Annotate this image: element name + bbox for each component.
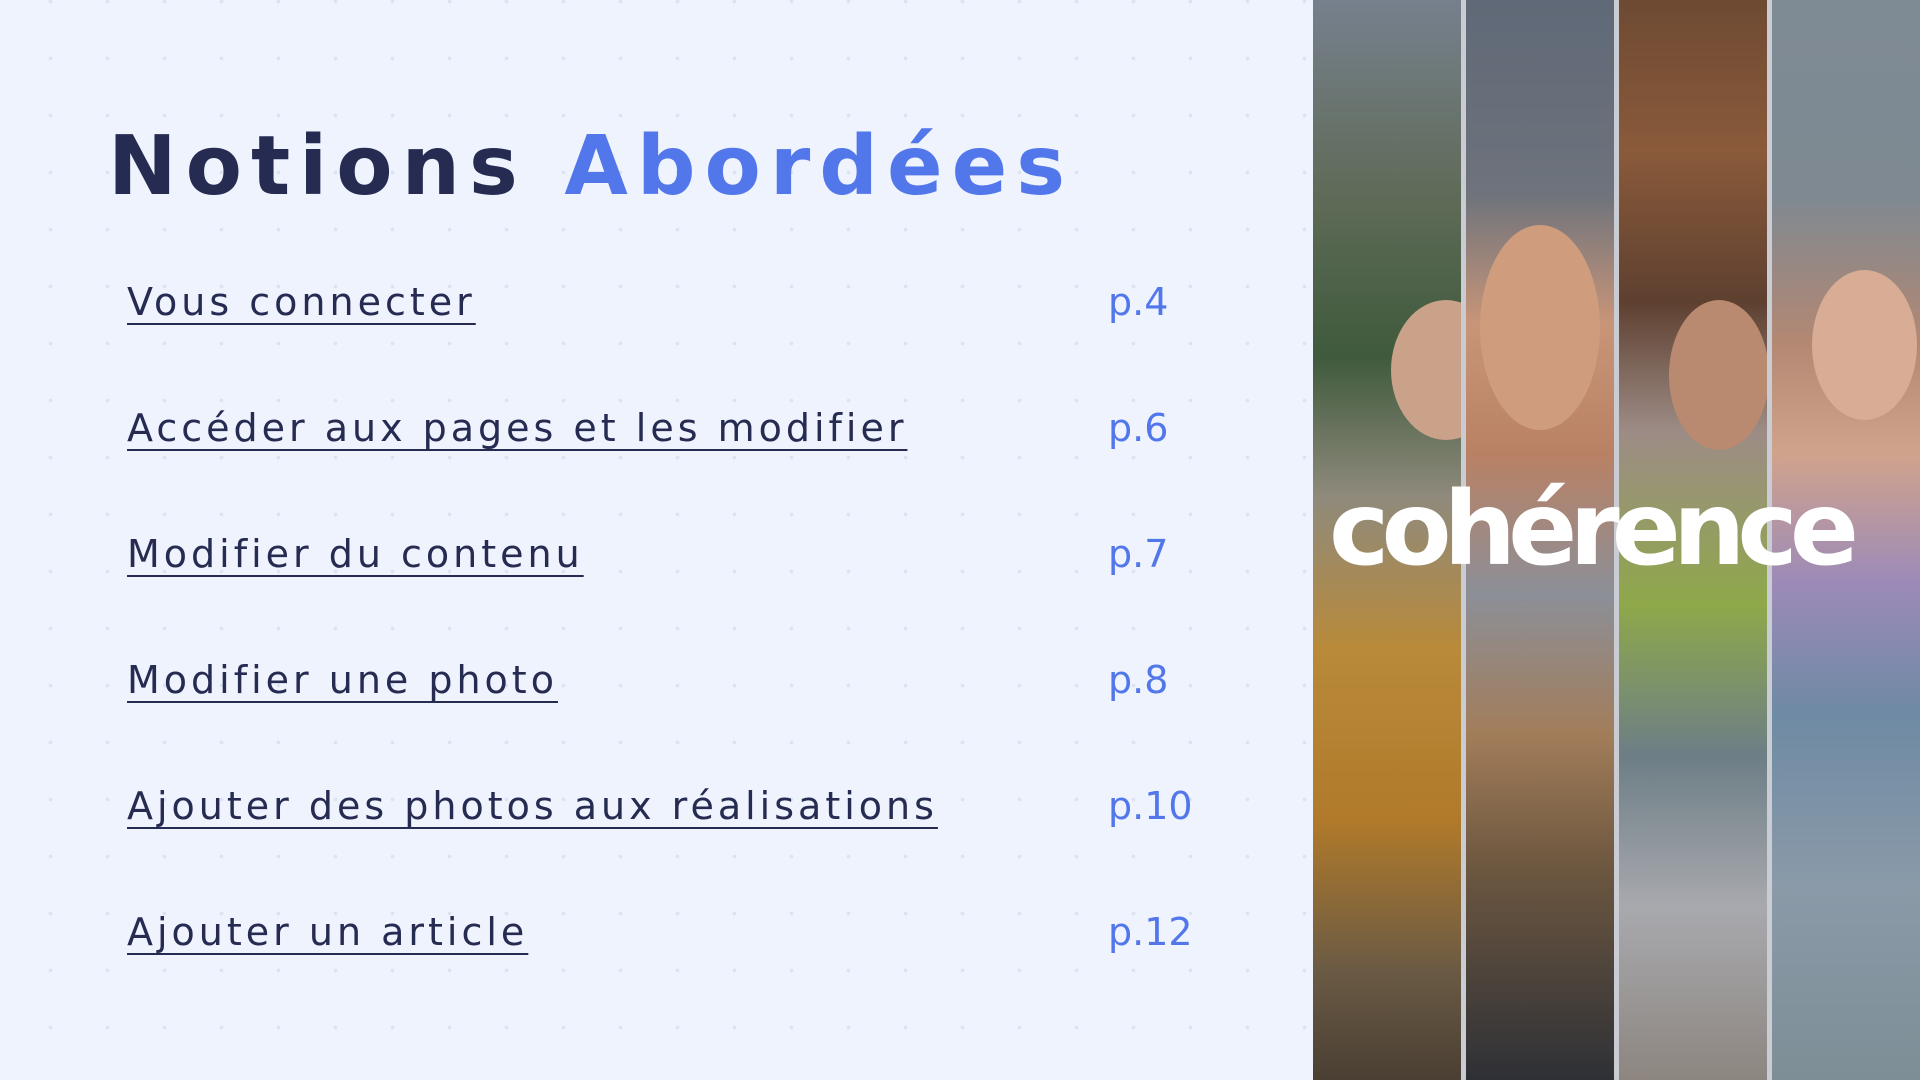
page-title: Notions Abordées xyxy=(108,112,1074,222)
toc-item-label[interactable]: Ajouter des photos aux réalisations xyxy=(127,784,938,828)
person-head xyxy=(1480,225,1600,430)
person-head xyxy=(1391,300,1461,440)
toc-item-label[interactable]: Vous connecter xyxy=(127,280,476,324)
toc-item-label[interactable]: Accéder aux pages et les modifier xyxy=(127,406,907,450)
toc-item-label[interactable]: Modifier une photo xyxy=(127,658,558,702)
person-head xyxy=(1812,270,1917,420)
content-panel: Notions Abordées Vous connecter p.4 Accé… xyxy=(0,0,1313,1080)
toc-item-acceder-aux-pages[interactable]: Accéder aux pages et les modifier p.6 xyxy=(127,388,1207,458)
toc-item-page: p.4 xyxy=(1108,280,1169,324)
toc-item-page: p.10 xyxy=(1108,784,1193,828)
toc-item-modifier-contenu[interactable]: Modifier du contenu p.7 xyxy=(127,514,1207,584)
photo-collage: cohérence xyxy=(1313,0,1920,1080)
title-part-2: Abordées xyxy=(564,119,1075,214)
toc-item-ajouter-article[interactable]: Ajouter un article p.12 xyxy=(127,892,1207,962)
coherence-logo: cohérence xyxy=(1329,470,1859,589)
toc-item-label[interactable]: Modifier du contenu xyxy=(127,532,584,576)
toc-item-page: p.12 xyxy=(1108,910,1193,954)
toc-item-page: p.7 xyxy=(1108,532,1169,576)
toc-item-modifier-photo[interactable]: Modifier une photo p.8 xyxy=(127,640,1207,710)
person-head xyxy=(1669,300,1767,450)
toc-item-page: p.8 xyxy=(1108,658,1169,702)
toc-item-page: p.6 xyxy=(1108,406,1169,450)
toc-item-label[interactable]: Ajouter un article xyxy=(127,910,528,954)
title-part-1: Notions xyxy=(108,119,527,214)
toc-item-vous-connecter[interactable]: Vous connecter p.4 xyxy=(127,262,1207,332)
toc-item-ajouter-photos[interactable]: Ajouter des photos aux réalisations p.10 xyxy=(127,766,1207,836)
